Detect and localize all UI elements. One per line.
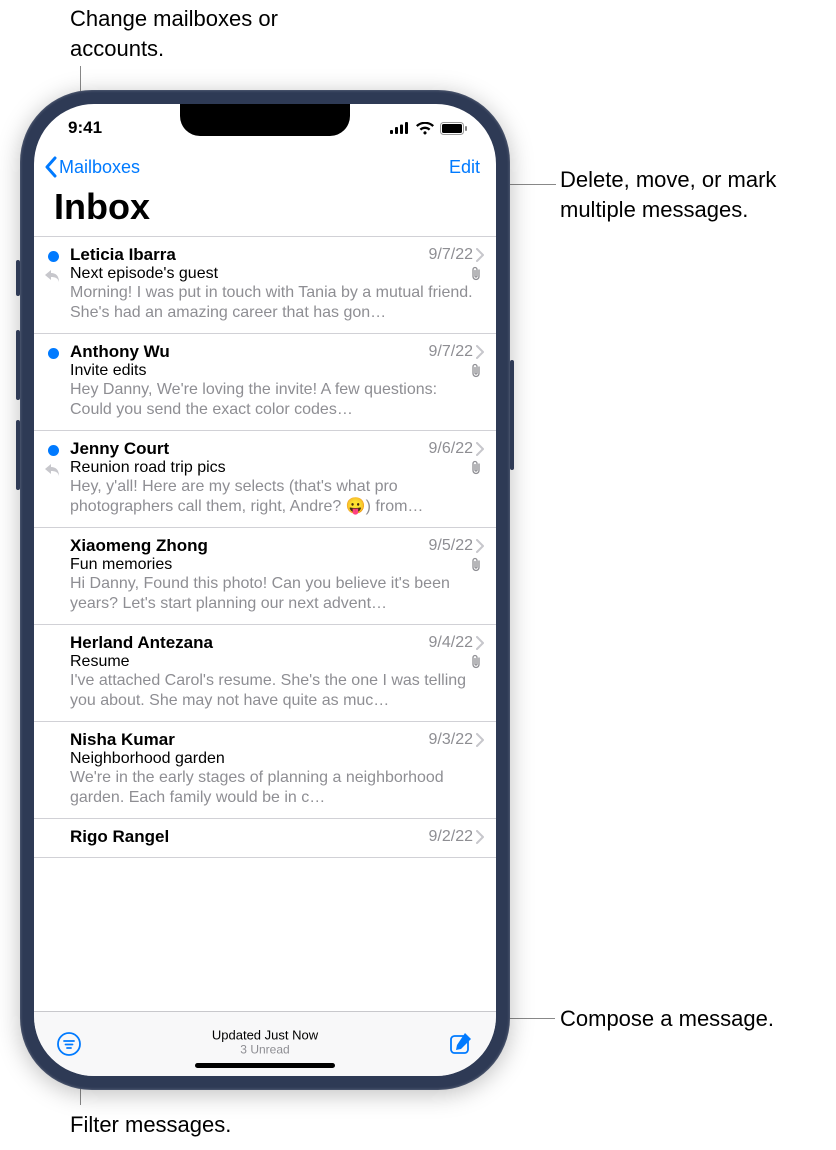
message-preview: We're in the early stages of planning a …	[70, 768, 484, 808]
sender-name: Anthony Wu	[70, 342, 170, 362]
chevron-right-icon	[476, 539, 484, 553]
chevron-right-icon	[476, 830, 484, 844]
attachment-icon	[470, 557, 482, 573]
sender-name: Leticia Ibarra	[70, 245, 176, 265]
sender-name: Xiaomeng Zhong	[70, 536, 208, 556]
message-date: 9/3/22	[429, 731, 473, 749]
message-date: 9/7/22	[429, 246, 473, 264]
bottom-toolbar: Updated Just Now 3 Unread	[34, 1011, 496, 1076]
updated-label: Updated Just Now	[212, 1028, 318, 1043]
message-subject: Reunion road trip pics	[70, 459, 226, 477]
phone-frame: 9:41 Mailboxes Edit Inbox Leticia Ibarra…	[20, 90, 510, 1090]
message-date: 9/5/22	[429, 537, 473, 555]
wifi-icon	[416, 122, 434, 135]
callout-compose: Compose a message.	[560, 1004, 820, 1034]
message-preview: Morning! I was put in touch with Tania b…	[70, 283, 484, 323]
message-subject: Fun memories	[70, 556, 172, 574]
nav-bar: Mailboxes Edit	[34, 152, 496, 184]
edit-button[interactable]: Edit	[449, 157, 480, 178]
home-indicator	[195, 1063, 335, 1068]
chevron-right-icon	[476, 636, 484, 650]
battery-icon	[440, 122, 468, 135]
message-list[interactable]: Leticia Ibarra 9/7/22 Next episode's guest…	[34, 236, 496, 1011]
message-preview: Hey Danny, We're loving the invite! A fe…	[70, 380, 484, 420]
chevron-left-icon	[44, 156, 58, 178]
reply-icon	[44, 463, 60, 477]
message-date: 9/6/22	[429, 440, 473, 458]
message-preview: I've attached Carol's resume. She's the …	[70, 671, 484, 711]
message-subject: Resume	[70, 653, 130, 671]
message-subject: Next episode's guest	[70, 265, 218, 283]
filter-button[interactable]	[56, 1031, 82, 1057]
chevron-right-icon	[476, 345, 484, 359]
back-label: Mailboxes	[59, 157, 140, 178]
message-row[interactable]: Nisha Kumar 9/3/22 Neighborhood gardenWe'r…	[34, 722, 496, 819]
chevron-right-icon	[476, 248, 484, 262]
message-preview: Hey, y'all! Here are my selects (that's …	[70, 477, 484, 517]
message-date: 9/4/22	[429, 634, 473, 652]
notch	[180, 104, 350, 136]
filter-icon	[56, 1031, 82, 1057]
status-icons	[390, 122, 468, 135]
message-row[interactable]: Anthony Wu 9/7/22 Invite editsHey Danny, W…	[34, 334, 496, 431]
screen: 9:41 Mailboxes Edit Inbox Leticia Ibarra…	[34, 104, 496, 1076]
chevron-right-icon	[476, 442, 484, 456]
message-preview: Hi Danny, Found this photo! Can you beli…	[70, 574, 484, 614]
message-row[interactable]: Rigo Rangel 9/2/22	[34, 819, 496, 858]
unread-dot	[48, 445, 59, 456]
message-row[interactable]: Herland Antezana 9/4/22 ResumeI've attache…	[34, 625, 496, 722]
unread-dot	[48, 251, 59, 262]
unread-dot	[48, 348, 59, 359]
sender-name: Herland Antezana	[70, 633, 213, 653]
toolbar-status: Updated Just Now 3 Unread	[212, 1028, 318, 1057]
sender-name: Jenny Court	[70, 439, 169, 459]
page-title: Inbox	[34, 184, 496, 236]
attachment-icon	[470, 363, 482, 379]
attachment-icon	[470, 654, 482, 670]
attachment-icon	[470, 460, 482, 476]
message-row[interactable]: Xiaomeng Zhong 9/5/22 Fun memoriesHi Danny…	[34, 528, 496, 625]
compose-icon	[448, 1031, 474, 1057]
status-time: 9:41	[68, 118, 102, 138]
attachment-icon	[470, 266, 482, 282]
message-row[interactable]: Leticia Ibarra 9/7/22 Next episode's guest…	[34, 237, 496, 334]
message-row[interactable]: Jenny Court 9/6/22 Reunion road trip picsH…	[34, 431, 496, 528]
message-subject: Invite edits	[70, 362, 146, 380]
message-date: 9/7/22	[429, 343, 473, 361]
sender-name: Rigo Rangel	[70, 827, 169, 847]
chevron-right-icon	[476, 733, 484, 747]
callout-mailboxes: Change mailboxes or accounts.	[70, 4, 310, 63]
message-date: 9/2/22	[429, 828, 473, 846]
cellular-icon	[390, 122, 410, 134]
message-subject: Neighborhood garden	[70, 750, 225, 768]
mailboxes-back-button[interactable]: Mailboxes	[44, 156, 140, 178]
callout-filter: Filter messages.	[70, 1110, 330, 1140]
reply-icon	[44, 269, 60, 283]
sender-name: Nisha Kumar	[70, 730, 175, 750]
unread-count: 3 Unread	[212, 1043, 318, 1057]
compose-button[interactable]	[448, 1031, 474, 1057]
callout-edit: Delete, move, or mark multiple messages.	[560, 165, 820, 224]
